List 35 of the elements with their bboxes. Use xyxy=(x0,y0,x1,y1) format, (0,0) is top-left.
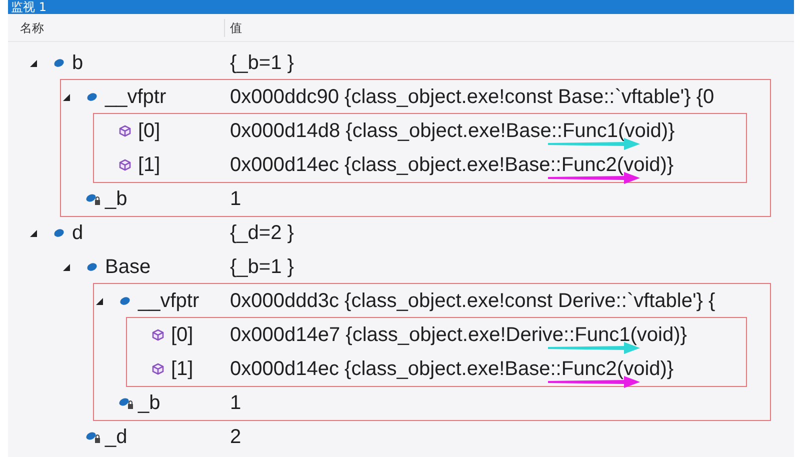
variable-value: 0x000ddc90 {class_object.exe!const Base::`vftable'} {0 xyxy=(230,86,714,108)
variable-value: 1 xyxy=(230,188,242,210)
variable-value: {_b=1 } xyxy=(230,52,294,74)
variable-name: b xyxy=(72,51,84,76)
variable-name: Base xyxy=(105,255,151,280)
private-member-icon xyxy=(85,192,101,206)
private-member-icon xyxy=(85,430,101,444)
variable-value: {_b=1 } xyxy=(230,256,294,278)
variable-name: [1] xyxy=(171,357,194,382)
collapse-toggle[interactable] xyxy=(63,94,70,102)
variable-value: 2 xyxy=(230,426,242,448)
variable-name: _b xyxy=(105,187,128,212)
column-header[interactable]: 名称 xyxy=(8,18,225,36)
variable-value: 0x000d14ec {class_object.exe!Base::Func2(void)} xyxy=(230,358,674,380)
column-header[interactable]: 值 xyxy=(225,18,242,36)
variable-name: __vfptr xyxy=(138,289,200,314)
variable-name: _b xyxy=(138,391,160,416)
variable-value: 0x000d14ec {class_object.exe!Base::Func2(void)} xyxy=(230,154,674,176)
variable-name: [1] xyxy=(138,153,160,178)
window-title: 监视 1 xyxy=(8,0,794,14)
variable-value: 0x000d14d8 {class_object.exe!Base::Func1(void)} xyxy=(230,120,675,142)
collapse-toggle[interactable] xyxy=(63,264,70,272)
variable-name: d xyxy=(72,221,84,246)
variable-value: 0x000d14e7 {class_object.exe!Derive::Func1(void)} xyxy=(230,324,687,346)
variable-name: _d xyxy=(105,425,128,450)
variable-name: [0] xyxy=(171,323,194,348)
variable-name: __vfptr xyxy=(105,85,166,110)
collapse-toggle[interactable] xyxy=(30,60,37,68)
variable-value: 1 xyxy=(230,392,242,414)
collapse-toggle[interactable] xyxy=(96,298,103,306)
variable-name: [0] xyxy=(138,119,160,144)
private-member-icon xyxy=(118,396,134,410)
variable-value: 0x000ddd3c {class_object.exe!const Derive::`vftable'} { xyxy=(230,290,716,312)
variable-value: {_d=2 } xyxy=(230,222,294,244)
collapse-toggle[interactable] xyxy=(30,230,37,238)
